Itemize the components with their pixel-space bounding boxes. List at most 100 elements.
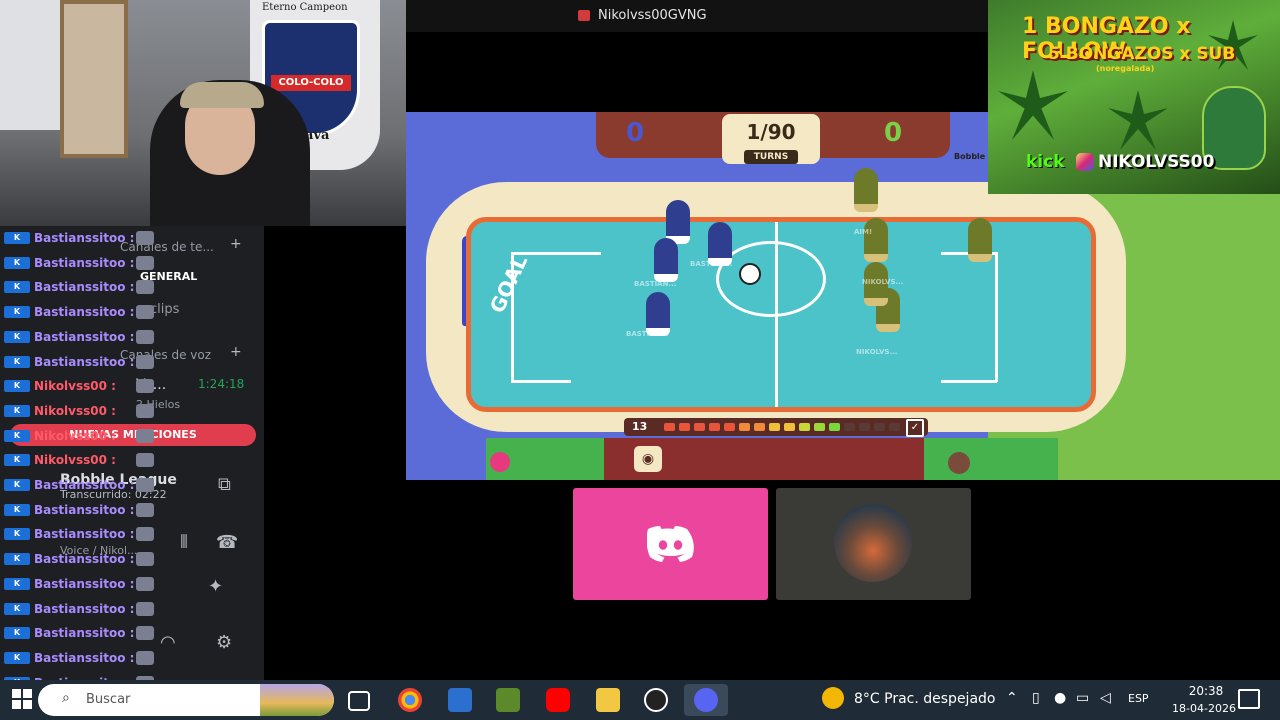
blue-player[interactable]: [666, 200, 690, 244]
player-tag: BASTIAN...: [690, 260, 733, 268]
chat-emote-icon: [136, 280, 154, 295]
user-video-tile[interactable]: [776, 488, 971, 600]
discord-logo-icon: [647, 526, 694, 562]
chat-emote-icon: [136, 552, 154, 567]
chat-message: K Bastianssitoo :: [0, 300, 264, 324]
power-segment: [754, 423, 765, 431]
banner-top-text: Eterno Campeon: [262, 2, 348, 13]
blue-player[interactable]: [654, 238, 678, 282]
tray-chevron-icon[interactable]: ⌃: [1006, 690, 1018, 706]
chat-emote-icon: [136, 527, 154, 542]
right-box-bottom: [941, 380, 997, 383]
weather-icon[interactable]: [822, 687, 844, 709]
promo-line3: (noregalada): [1096, 64, 1155, 73]
chat-message: K Nikolvss00 :: [0, 424, 264, 448]
weather-text[interactable]: 8°C Prac. despejado: [854, 691, 995, 707]
power-segment: [724, 423, 735, 431]
confirm-checkbox[interactable]: ✓: [906, 419, 924, 437]
power-segment: [679, 423, 690, 431]
instagram-icon: [1076, 153, 1094, 171]
window-icon: [578, 10, 590, 21]
chat-emote-icon: [136, 576, 154, 591]
chat-message: K Bastianssitoo :: [0, 522, 264, 546]
left-box-top: [511, 252, 601, 255]
chat-emote-icon: [136, 305, 154, 320]
chat-username: Nikolvss00 :: [34, 403, 116, 418]
discord-taskbar-icon[interactable]: [694, 688, 718, 712]
chat-message: K Bastianssitoo :: [0, 350, 264, 374]
chat-emote-icon: [136, 428, 154, 443]
center-circle: [716, 241, 826, 317]
search-highlight-art: [260, 684, 334, 716]
chat-message: K Nikolvss00 :: [0, 374, 264, 398]
power-segment: [874, 423, 885, 431]
microphone-icon[interactable]: ●: [1054, 690, 1066, 706]
power-segment: [859, 423, 870, 431]
score-blue: 0: [626, 118, 645, 148]
score-green: 0: [884, 118, 903, 148]
clock-date[interactable]: 18-04-2026: [1166, 702, 1242, 715]
power-meter: 13 ✓: [624, 418, 928, 437]
power-segment: [829, 423, 840, 431]
chat-message: K Bastianssitoo :: [0, 226, 264, 250]
chat-badge-icon: K: [4, 503, 30, 516]
chat-username: Bastianssitoo :: [34, 280, 135, 295]
power-segment: [694, 423, 705, 431]
chat-username: Bastianssitoo :: [34, 601, 135, 616]
chat-message: K Bastianssitoo :: [0, 275, 264, 299]
chat-badge-icon: K: [4, 281, 30, 294]
youtube-icon[interactable]: [546, 688, 570, 712]
task-view-icon[interactable]: [348, 691, 370, 711]
chat-badge-icon: K: [4, 404, 30, 417]
chat-username: Bastianssitoo :: [34, 255, 135, 270]
chat-emote-icon: [136, 329, 154, 344]
chat-emote-icon: [136, 379, 154, 394]
ball[interactable]: [739, 263, 761, 285]
language-indicator[interactable]: ESP: [1128, 692, 1149, 705]
search-icon: ⌕: [62, 690, 70, 706]
volume-icon[interactable]: ◁: [1100, 690, 1111, 706]
chat-username: Bastianssitoo :: [34, 626, 135, 641]
promo-banner: 1 BONGAZO x FOLLOW 5 BONGAZOS x SUB (nor…: [988, 0, 1280, 194]
green-player[interactable]: [854, 168, 878, 212]
chat-badge-icon: K: [4, 651, 30, 664]
chat-message: K Bastianssitoo :: [0, 498, 264, 522]
window-title: Nikolvss00GVNG: [598, 8, 707, 23]
green-player[interactable]: [968, 218, 992, 262]
chat-message: K Bastianssitoo :: [0, 473, 264, 497]
power-segment: [769, 423, 780, 431]
clock-time[interactable]: 20:38: [1176, 684, 1236, 698]
kick-logo: kick: [1026, 152, 1065, 172]
turns-label: TURNS: [744, 150, 798, 164]
streamer-cap: [180, 82, 264, 108]
green-player[interactable]: [864, 218, 888, 262]
discord-video-tile[interactable]: [573, 488, 768, 600]
file-explorer-icon[interactable]: [596, 688, 620, 712]
network-icon[interactable]: ▭: [1076, 690, 1089, 706]
tray-device-icon[interactable]: ▯: [1032, 690, 1040, 706]
windows-start-icon[interactable]: [12, 689, 32, 709]
chat-badge-icon: K: [4, 330, 30, 343]
app-store-icon[interactable]: [448, 688, 472, 712]
turns-value: 1/90: [746, 120, 796, 144]
background-mirror: [60, 0, 128, 158]
chat-badge-icon: K: [4, 256, 30, 269]
minecraft-icon[interactable]: [496, 688, 520, 712]
chat-username: Bastianssitoo :: [34, 354, 135, 369]
power-segment: [814, 423, 825, 431]
chrome-icon[interactable]: [398, 688, 422, 712]
aim-label: AIM!: [854, 228, 873, 236]
obs-icon[interactable]: [644, 688, 668, 712]
left-box-bottom: [511, 380, 571, 383]
spectate-eye-icon[interactable]: ◉: [634, 446, 662, 472]
leaf-icon: [1108, 90, 1168, 150]
promo-line2: 5 BONGAZOS x SUB: [1048, 44, 1236, 64]
webcam-feed: Eterno Campeon COLO-COLO Raja Brava: [0, 0, 406, 226]
opponent-avatar-mini: [948, 452, 970, 474]
chat-emote-icon: [136, 650, 154, 665]
chat-emote-icon: [136, 403, 154, 418]
search-placeholder: Buscar: [86, 692, 131, 707]
chat-message: K Bastianssitoo :: [0, 597, 264, 621]
power-segment: [739, 423, 750, 431]
notifications-icon[interactable]: [1238, 689, 1260, 709]
